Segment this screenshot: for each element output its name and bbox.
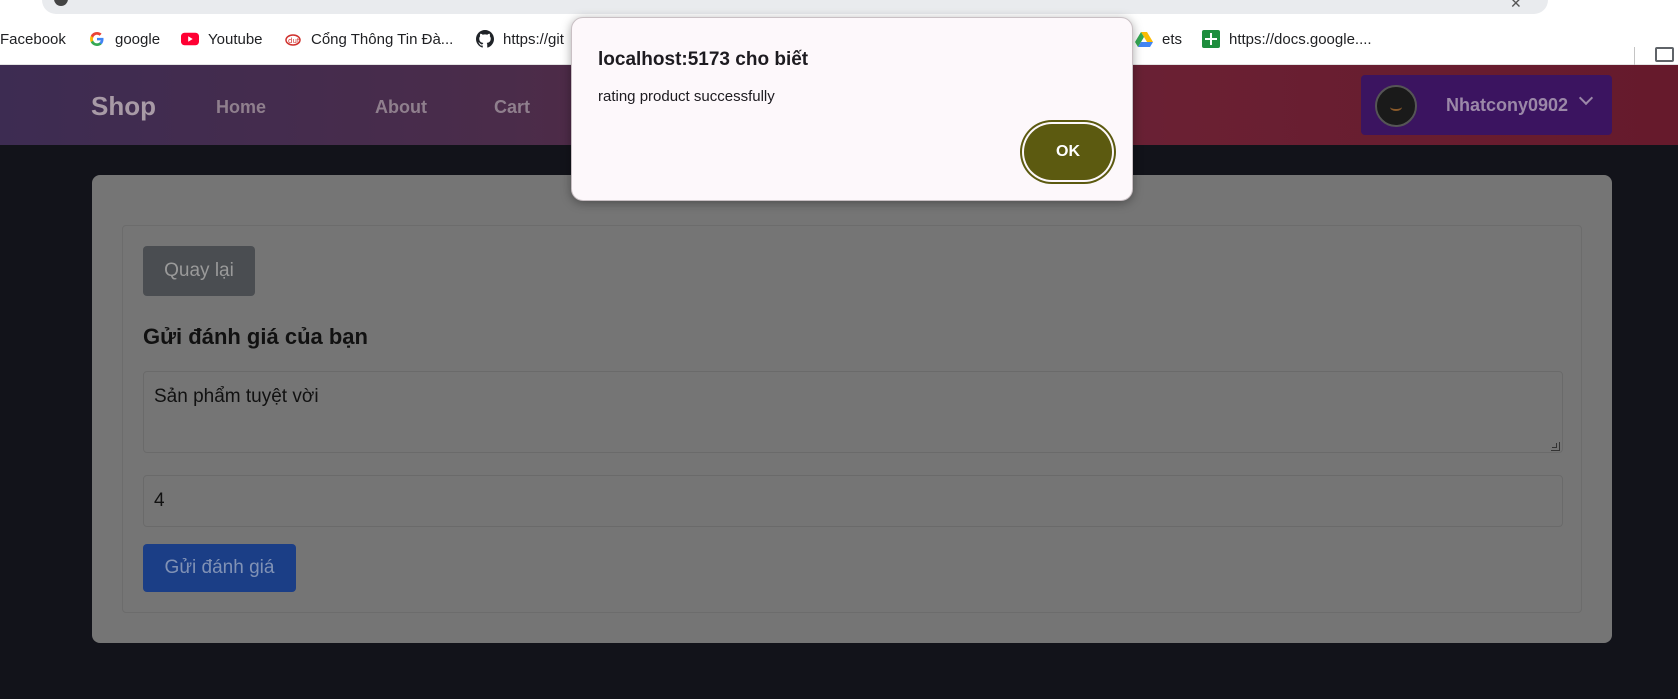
folder-icon[interactable]	[1655, 47, 1674, 62]
bookmark-google[interactable]: google	[88, 28, 160, 50]
avatar	[1375, 85, 1417, 127]
alert-dialog: localhost:5173 cho biết rating product s…	[571, 17, 1133, 201]
bookmark-label: ets	[1162, 30, 1183, 48]
bookmarks-separator	[1634, 47, 1635, 67]
bookmark-portal[interactable]: dut Cổng Thông Tin Đà...	[284, 28, 453, 50]
rating-input[interactable]: 4	[143, 475, 1563, 527]
brand-logo[interactable]: Shop	[91, 91, 156, 122]
chevron-down-icon	[1578, 90, 1594, 106]
bookmark-facebook[interactable]: Facebook	[0, 28, 66, 50]
nav-about[interactable]: About	[375, 97, 427, 118]
bookmark-label: https://docs.google....	[1229, 30, 1372, 48]
github-icon	[476, 30, 494, 48]
nav-home[interactable]: Home	[216, 97, 266, 118]
comment-textarea[interactable]: Sản phẩm tuyệt vời	[143, 371, 1563, 453]
drive-icon	[1135, 30, 1153, 48]
username: Nhatcony0902	[1446, 95, 1569, 115]
youtube-icon	[181, 30, 199, 48]
resize-grip-icon[interactable]	[1551, 442, 1560, 451]
svg-text:dut: dut	[288, 37, 300, 45]
browser-address-strip: ✕	[0, 0, 1678, 18]
user-menu[interactable]: Nhatcony0902	[1361, 75, 1612, 135]
portal-icon: dut	[284, 30, 302, 48]
form-heading: Gửi đánh giá của bạn	[143, 324, 368, 349]
bookmark-drive[interactable]: ets	[1135, 28, 1182, 50]
bookmark-label: Youtube	[208, 30, 263, 48]
ok-button[interactable]: OK	[1024, 124, 1112, 180]
bookmark-youtube[interactable]: Youtube	[181, 28, 263, 50]
dialog-title: localhost:5173 cho biết	[598, 49, 809, 70]
bookmark-label: Cổng Thông Tin Đà...	[311, 30, 454, 48]
address-bar[interactable]	[42, 0, 1548, 14]
submit-rating-button[interactable]: Gửi đánh giá	[143, 544, 296, 592]
bookmark-label: google	[115, 30, 161, 48]
bookmark-label: Facebook	[0, 30, 66, 48]
rating-card: Quay lại Gửi đánh giá của bạn Sản phẩm t…	[92, 175, 1612, 643]
clear-address-icon[interactable]: ✕	[1510, 0, 1522, 12]
nav-cart[interactable]: Cart	[494, 97, 530, 118]
sheets-icon	[1202, 30, 1220, 48]
dialog-message: rating product successfully	[598, 88, 775, 105]
back-button[interactable]: Quay lại	[143, 246, 255, 296]
google-icon	[88, 30, 106, 48]
rating-form: Quay lại Gửi đánh giá của bạn Sản phẩm t…	[122, 225, 1582, 613]
bookmark-label: https://git	[503, 30, 564, 48]
bookmark-github[interactable]: https://git	[476, 28, 564, 50]
bookmark-google-docs[interactable]: https://docs.google....	[1202, 28, 1372, 50]
